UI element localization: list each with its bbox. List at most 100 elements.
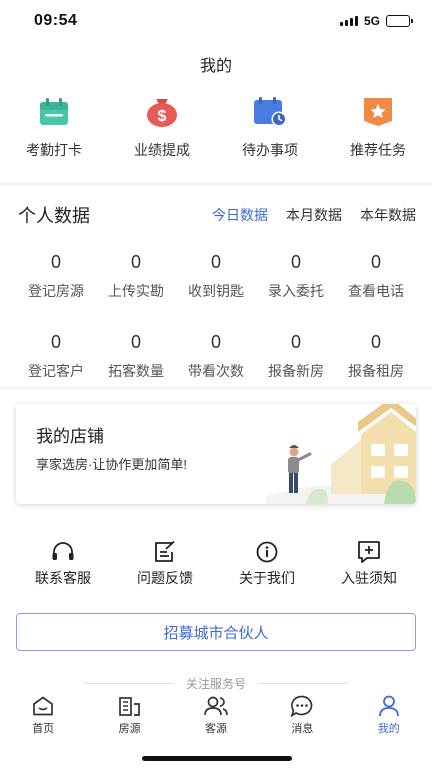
stat-item[interactable]: 0 带看次数	[176, 332, 256, 380]
stat-label: 拓客数量	[108, 363, 164, 379]
service-label: 联系客服	[35, 570, 91, 586]
quick-action-todo[interactable]: 待办事项	[216, 96, 324, 176]
users-icon	[203, 694, 229, 718]
stats-grid: 0 登记房源 0 上传实勘 0 收到钥匙 0 录入委托 0 查看电话 0 登记客户 0 拓客数…	[16, 252, 416, 380]
feedback-icon	[152, 540, 178, 564]
signal-icon	[339, 16, 358, 26]
todo-clock-icon	[253, 96, 287, 128]
service-about-us[interactable]: 关于我们	[216, 540, 318, 588]
tab-label: 房源	[118, 723, 141, 735]
shop-title: 我的店铺	[36, 427, 104, 446]
info-icon	[254, 540, 280, 564]
tab-year[interactable]: 本年数据	[360, 205, 416, 225]
chat-icon	[289, 694, 315, 718]
stat-item[interactable]: 0 登记房源	[16, 252, 96, 300]
follow-text: 关注服务号	[185, 676, 246, 691]
service-label: 问题反馈	[137, 570, 193, 586]
stat-label: 登记客户	[28, 363, 84, 379]
tab-label: 首页	[32, 723, 55, 735]
tab-messages[interactable]: 消息	[259, 694, 345, 738]
stat-label: 带看次数	[188, 363, 244, 379]
building-icon	[117, 694, 143, 718]
status-indicators: 5G	[339, 14, 413, 28]
person-icon	[376, 694, 402, 718]
tab-month[interactable]: 本月数据	[286, 205, 342, 225]
recruit-partner-button[interactable]: 招募城市合伙人	[16, 613, 416, 651]
my-shop-card[interactable]: 我的店铺 享家选房·让协作更加简单!	[16, 404, 416, 504]
status-time: 09:54	[34, 12, 78, 29]
quick-actions: 考勤打卡 $ 业绩提成 待办事项 推荐任务	[0, 96, 432, 176]
tab-today[interactable]: 今日数据	[212, 205, 268, 225]
section-divider	[0, 182, 432, 186]
section-divider	[0, 386, 432, 390]
stat-label: 登记房源	[28, 283, 84, 299]
stat-item[interactable]: 0 报备新房	[256, 332, 336, 380]
tab-home[interactable]: 首页	[0, 694, 86, 738]
calendar-icon	[37, 96, 71, 128]
add-notice-icon	[356, 540, 382, 564]
stat-value: 0	[50, 332, 61, 352]
home-icon	[30, 694, 56, 718]
divider-line	[258, 682, 348, 684]
tab-listings[interactable]: 房源	[86, 694, 172, 738]
stats-row: 0 登记客户 0 拓客数量 0 带看次数 0 报备新房 0 报备租房	[16, 332, 416, 380]
tab-label: 消息	[291, 723, 314, 735]
money-bag-icon: $	[145, 96, 179, 128]
page-title: 我的	[199, 58, 232, 75]
stat-value: 0	[370, 252, 381, 272]
service-feedback[interactable]: 问题反馈	[114, 540, 216, 588]
personal-data-tabs: 今日数据 本月数据 本年数据	[212, 205, 416, 225]
tab-mine[interactable]: 我的	[346, 694, 432, 738]
stat-value: 0	[290, 252, 301, 272]
stat-value: 0	[130, 252, 141, 272]
stat-label: 查看电话	[348, 283, 404, 299]
personal-data-header: 个人数据 今日数据 本月数据 本年数据	[18, 202, 416, 226]
quick-action-attendance[interactable]: 考勤打卡	[0, 96, 108, 176]
stat-label: 上传实勘	[108, 283, 164, 299]
service-contact-support[interactable]: 联系客服	[12, 540, 114, 588]
quick-action-recommend[interactable]: 推荐任务	[324, 96, 432, 176]
service-label: 关于我们	[239, 570, 295, 586]
battery-icon	[386, 15, 413, 27]
quick-action-label: 推荐任务	[350, 142, 406, 158]
stat-item[interactable]: 0 收到钥匙	[176, 252, 256, 300]
stat-value: 0	[210, 332, 221, 352]
stat-label: 报备新房	[268, 363, 324, 379]
stat-value: 0	[210, 252, 221, 272]
network-type: 5G	[363, 14, 380, 28]
shop-subtitle: 享家选房·让协作更加简单!	[36, 457, 187, 472]
tab-label: 客源	[204, 723, 227, 735]
quick-action-label: 业绩提成	[134, 142, 190, 158]
stat-label: 报备租房	[348, 363, 404, 379]
stat-value: 0	[290, 332, 301, 352]
stats-row: 0 登记房源 0 上传实勘 0 收到钥匙 0 录入委托 0 查看电话	[16, 252, 416, 300]
stat-label: 录入委托	[268, 283, 324, 299]
service-row: 联系客服 问题反馈 关于我们 入驻须知	[0, 540, 432, 588]
shop-illustration	[266, 404, 416, 504]
svg-text:$: $	[158, 108, 167, 125]
home-indicator[interactable]	[142, 756, 292, 761]
bottom-tab-bar: 首页 房源 客源 消息 我的	[0, 694, 432, 738]
status-bar: 09:54 5G	[0, 0, 432, 44]
stat-value: 0	[370, 332, 381, 352]
star-ribbon-icon	[361, 96, 395, 128]
stat-item[interactable]: 0 登记客户	[16, 332, 96, 380]
stat-label: 收到钥匙	[188, 283, 244, 299]
tab-label: 我的	[377, 723, 400, 735]
stat-item[interactable]: 0 拓客数量	[96, 332, 176, 380]
quick-action-label: 考勤打卡	[26, 142, 82, 158]
divider-line	[83, 682, 174, 684]
stat-item[interactable]: 0 上传实勘	[96, 252, 176, 300]
stat-item[interactable]: 0 查看电话	[336, 252, 416, 300]
quick-action-label: 待办事项	[242, 142, 298, 158]
follow-service-account[interactable]: 关注服务号	[0, 674, 432, 692]
stat-value: 0	[50, 252, 61, 272]
headset-icon	[50, 540, 76, 564]
personal-data-title: 个人数据	[18, 206, 90, 226]
service-label: 入驻须知	[341, 570, 397, 586]
stat-item[interactable]: 0 报备租房	[336, 332, 416, 380]
stat-item[interactable]: 0 录入委托	[256, 252, 336, 300]
service-join-notice[interactable]: 入驻须知	[318, 540, 420, 588]
quick-action-commission[interactable]: $ 业绩提成	[108, 96, 216, 176]
tab-clients[interactable]: 客源	[173, 694, 259, 738]
